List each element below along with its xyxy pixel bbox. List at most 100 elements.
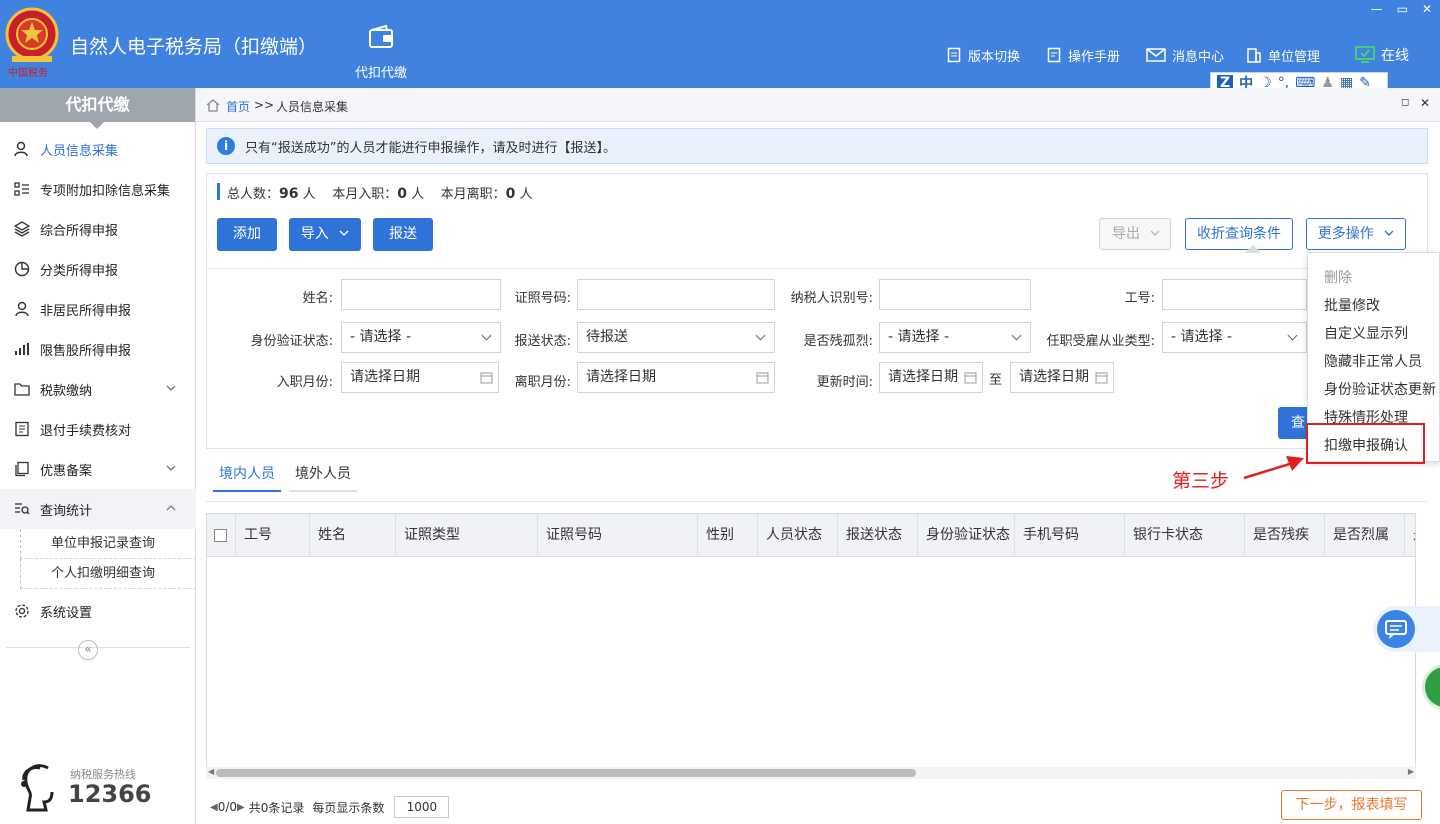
total-count: 96 (279, 186, 299, 202)
sidebar-item-label: 非居民所得申报 (40, 303, 132, 319)
sidebar-item-restricted-stock[interactable]: 限售股所得申报 (0, 329, 196, 369)
manual-label: 操作手册 (1068, 49, 1121, 65)
online-status[interactable]: 在线 (1355, 45, 1409, 65)
sidebar-item-system-settings[interactable]: 系统设置 (0, 591, 196, 631)
chevron-down-icon (1150, 230, 1160, 236)
scroll-thumb[interactable] (216, 769, 916, 777)
svg-text:中国税务: 中国税务 (8, 66, 48, 79)
menu-item-delete[interactable]: 删除 (1324, 267, 1352, 287)
update-to-placeholder: 请选择日期 (1019, 369, 1089, 385)
manual-link[interactable]: 操作手册 (1046, 45, 1120, 65)
pager: ◀ 0/0 ▶ 共0条记录 每页显示条数 1000 (210, 796, 450, 818)
sidebar-divider (6, 647, 190, 648)
col-bank-card-status[interactable]: 银行卡状态 (1125, 514, 1245, 557)
menu-item-hide-abnormal[interactable]: 隐藏非正常人员 (1324, 351, 1422, 371)
per-page-input[interactable]: 1000 (394, 796, 450, 818)
sidebar-item-label: 系统设置 (40, 605, 93, 621)
tab-overseas[interactable]: 境外人员 (289, 466, 357, 492)
add-button[interactable]: 添加 (217, 218, 277, 251)
tab-domestic[interactable]: 境内人员 (213, 466, 281, 492)
sidebar-item-comprehensive-income[interactable]: 综合所得申报 (0, 209, 196, 249)
col-truncated[interactable]: 是 (1405, 514, 1415, 557)
job-no-label: 工号: (1124, 291, 1155, 306)
manual-icon (1047, 47, 1061, 63)
online-label: 在线 (1381, 48, 1409, 64)
import-label: 导入 (300, 226, 329, 242)
col-gender[interactable]: 性别 (698, 514, 758, 557)
person-icon (15, 301, 29, 317)
bar-icon (15, 343, 29, 355)
join-month-input[interactable]: 请选择日期 (341, 362, 499, 393)
scroll-left-icon[interactable]: ◀ (208, 767, 214, 776)
submit-status-select[interactable]: 待报送 (577, 322, 775, 353)
select-all-checkbox[interactable] (214, 528, 227, 542)
notice-banner: i 只有“报送成功”的人员才能进行申报操作，请及时进行【报送】。 (206, 128, 1428, 164)
col-job-no[interactable]: 工号 (236, 514, 310, 557)
leave-month-input[interactable]: 请选择日期 (577, 362, 775, 393)
leave-unit: 人 (519, 187, 533, 202)
col-martyr[interactable]: 是否烈属 (1325, 514, 1405, 557)
sidebar-item-refund-check[interactable]: 退付手续费核对 (0, 409, 196, 449)
col-id-verify-status[interactable]: 身份验证状态 (918, 514, 1015, 557)
name-input[interactable] (341, 279, 501, 310)
next-step-button[interactable]: 下一步，报表填写 (1281, 790, 1422, 820)
headset-person-icon (21, 764, 54, 812)
module-tab-withholding[interactable]: 代扣代缴 (340, 22, 422, 82)
col-name[interactable]: 姓名 (310, 514, 396, 557)
breadcrumb-home[interactable]: 首页 (226, 98, 250, 115)
version-switch-link[interactable]: 版本切换 (946, 45, 1020, 65)
more-actions-button[interactable]: 更多操作 (1306, 218, 1406, 250)
horizontal-scrollbar[interactable]: ◀ ▶ (206, 767, 1416, 779)
update-to-input[interactable]: 请选择日期 (1010, 362, 1114, 393)
col-phone[interactable]: 手机号码 (1015, 514, 1125, 557)
message-center-link[interactable]: 消息中心 (1146, 45, 1224, 65)
sidebar-item-personnel[interactable]: 人员信息采集 (0, 129, 196, 169)
export-button[interactable]: 导出 (1099, 218, 1171, 250)
collapse-query-button[interactable]: 收折查询条件 (1185, 218, 1293, 250)
next-page-icon[interactable]: ▶ (237, 802, 245, 813)
close-panel-icon[interactable]: ✕ (1420, 96, 1430, 110)
sidebar-item-classified-income[interactable]: 分类所得申报 (0, 249, 196, 289)
menu-item-batch-edit[interactable]: 批量修改 (1324, 295, 1380, 315)
col-id-type[interactable]: 证照类型 (396, 514, 538, 557)
sidebar-item-preferential-filing[interactable]: 优惠备案 (0, 449, 196, 489)
col-disabled[interactable]: 是否残疾 (1245, 514, 1325, 557)
assistant-ball-icon[interactable] (1422, 664, 1440, 710)
taxpayer-id-input[interactable] (879, 279, 1031, 310)
sidebar-collapse-button[interactable]: « (78, 640, 98, 660)
import-button[interactable]: 导入 (289, 218, 361, 251)
restore-icon[interactable]: ▭ (1397, 2, 1408, 16)
update-from-input[interactable]: 请选择日期 (879, 362, 983, 393)
submit-button[interactable]: 报送 (373, 218, 433, 251)
id-no-input[interactable] (577, 279, 775, 310)
sidebar-item-label: 专项附加扣除信息采集 (40, 183, 171, 199)
maximize-panel-icon[interactable]: ◻ (1401, 97, 1409, 108)
id-verify-select[interactable]: - 请选择 - (341, 322, 501, 353)
col-id-no[interactable]: 证照号码 (538, 514, 698, 557)
menu-item-custom-columns[interactable]: 自定义显示列 (1324, 323, 1408, 343)
sidebar-item-label: 退付手续费核对 (40, 423, 132, 439)
sidebar-item-label: 查询统计 (40, 503, 93, 519)
module-tab-label: 代扣代缴 (354, 66, 407, 81)
chat-widget[interactable] (1373, 606, 1440, 652)
close-icon[interactable]: ✕ (1422, 2, 1432, 16)
job-no-input[interactable] (1162, 279, 1307, 310)
employ-type-select[interactable]: - 请选择 - (1162, 322, 1307, 353)
sidebar-subitem-personal-detail-query[interactable]: 个人扣缴明细查询 (20, 559, 196, 589)
sidebar-item-nonresident[interactable]: 非居民所得申报 (0, 289, 196, 329)
prev-page-icon[interactable]: ◀ (210, 802, 218, 813)
copy-icon (15, 461, 29, 477)
menu-item-id-verify-update[interactable]: 身份验证状态更新 (1324, 379, 1436, 399)
col-person-status[interactable]: 人员状态 (758, 514, 838, 557)
sidebar-item-query-stats[interactable]: 查询统计 (0, 489, 196, 529)
disabled-select[interactable]: - 请选择 - (879, 322, 1031, 353)
sidebar-item-tax-payment[interactable]: 税款缴纳 (0, 369, 196, 409)
sidebar: 代扣代缴 人员信息采集 专项附加扣除信息采集 综合所得申报 分类所得申报 非居民… (0, 88, 196, 824)
sidebar-subitem-unit-report-query[interactable]: 单位申报记录查询 (20, 529, 196, 559)
chevron-down-icon (166, 465, 176, 471)
unit-management-link[interactable]: 单位管理 (1246, 45, 1320, 65)
minimize-icon[interactable]: — (1371, 2, 1383, 16)
col-submit-status[interactable]: 报送状态 (838, 514, 918, 557)
sidebar-item-special-deduction[interactable]: 专项附加扣除信息采集 (0, 169, 196, 209)
scroll-right-icon[interactable]: ▶ (1408, 767, 1414, 776)
